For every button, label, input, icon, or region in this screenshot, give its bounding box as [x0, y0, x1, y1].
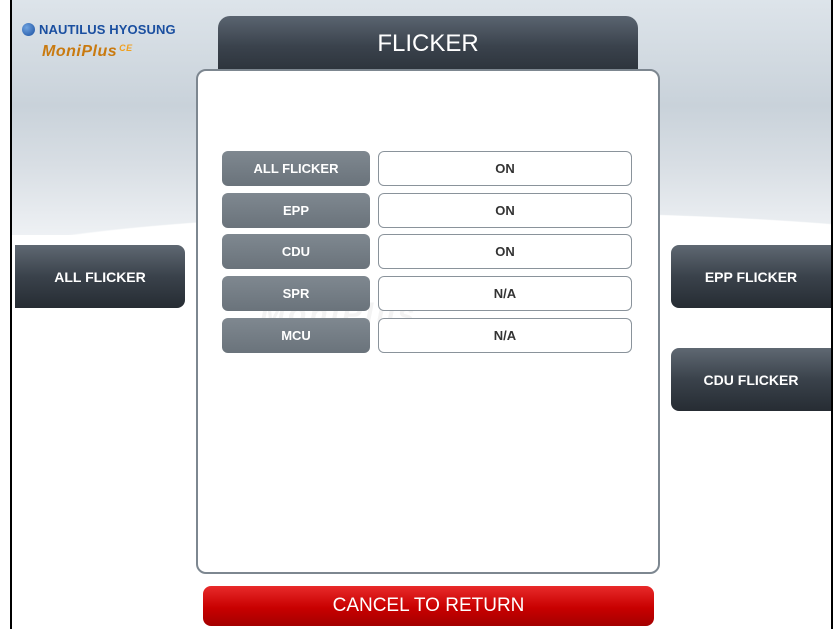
logo: NAUTILUS HYOSUNG MoniPlus CE [22, 22, 192, 74]
status-label: ALL FLICKER [222, 151, 370, 186]
status-value: N/A [378, 276, 632, 311]
brand-name: NAUTILUS HYOSUNG [39, 22, 176, 37]
status-label: MCU [222, 318, 370, 353]
all-flicker-button[interactable]: ALL FLICKER [15, 245, 185, 308]
screen-title: FLICKER [218, 16, 638, 72]
globe-icon [22, 23, 35, 36]
status-value: ON [378, 234, 632, 269]
status-label: SPR [222, 276, 370, 311]
product-suffix: CE [119, 43, 133, 53]
status-label: EPP [222, 193, 370, 228]
status-label: CDU [222, 234, 370, 269]
epp-flicker-button[interactable]: EPP FLICKER [671, 245, 831, 308]
product-name: MoniPlus [42, 43, 118, 60]
status-value: ON [378, 151, 632, 186]
cdu-flicker-button[interactable]: CDU FLICKER [671, 348, 831, 411]
status-value: N/A [378, 318, 632, 353]
status-value: ON [378, 193, 632, 228]
cancel-to-return-button[interactable]: CANCEL TO RETURN [203, 586, 654, 626]
